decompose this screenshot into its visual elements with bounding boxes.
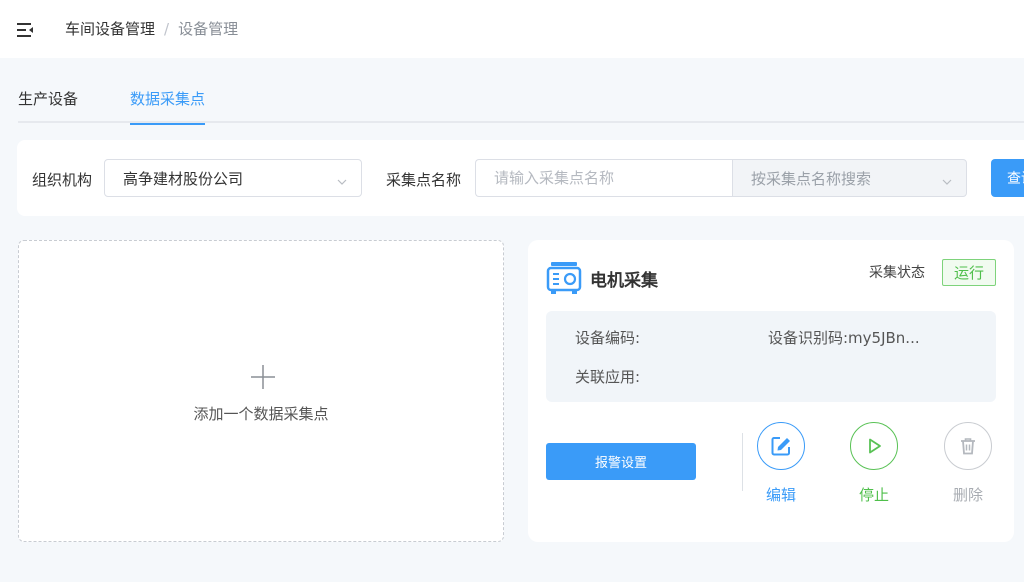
breadcrumb: 车间设备管理 / 设备管理 (65, 18, 238, 39)
status-label: 采集状态 (869, 265, 925, 281)
tab-production-equipment[interactable]: 生产设备 (18, 88, 78, 123)
device-title: 电机采集 (590, 271, 658, 291)
device-info-box: 设备编码: 设备识别码:my5JBn... 关联应用: (546, 311, 996, 402)
status-badge: 运行 (942, 259, 996, 286)
menu-fold-icon[interactable] (16, 21, 36, 39)
add-collection-point-label: 添加一个数据采集点 (193, 405, 329, 423)
org-select[interactable]: 高争建材股份公司 (104, 159, 362, 197)
collection-point-name-label: 采集点名称 (386, 171, 462, 189)
delete-button[interactable]: 删除 (942, 422, 994, 505)
collection-point-card: 电机采集 采集状态 运行 设备编码: 设备识别码:my5JBn... 关联应用:… (528, 240, 1014, 542)
tab-data-collection-points[interactable]: 数据采集点 (130, 88, 206, 125)
query-button[interactable]: 查询 (991, 159, 1024, 197)
chevron-down-icon (337, 173, 347, 185)
org-label: 组织机构 (32, 171, 93, 189)
collection-point-name-input[interactable] (475, 159, 733, 197)
search-mode-select[interactable]: 按采集点名称搜索 (732, 159, 967, 197)
add-collection-point-card[interactable]: 添加一个数据采集点 (18, 240, 504, 542)
breadcrumb-item-current: 设备管理 (178, 20, 239, 38)
linked-app-label: 关联应用: (575, 368, 641, 386)
device-identifier: 设备识别码:my5JBn... (768, 329, 920, 347)
org-select-value: 高争建材股份公司 (123, 169, 244, 188)
edit-icon (757, 422, 805, 470)
edit-button[interactable]: 编辑 (755, 422, 807, 505)
plus-icon (250, 364, 276, 390)
delete-label: 删除 (952, 486, 983, 504)
trash-icon (944, 422, 992, 470)
breadcrumb-separator: / (164, 19, 170, 38)
top-header: 车间设备管理 / 设备管理 (0, 0, 1024, 58)
alarm-settings-button[interactable]: 报警设置 (546, 443, 696, 480)
breadcrumb-item-workshop[interactable]: 车间设备管理 (65, 18, 155, 39)
search-mode-value: 按采集点名称搜索 (751, 169, 872, 188)
tab-bar: 生产设备 数据采集点 (18, 88, 1024, 125)
stop-button[interactable]: 停止 (848, 422, 900, 505)
chevron-down-icon (942, 173, 952, 185)
device-code-label: 设备编码: (575, 329, 641, 347)
generator-icon (546, 261, 582, 295)
edit-label: 编辑 (765, 486, 796, 504)
play-icon (850, 422, 898, 470)
filter-bar: 组织机构 高争建材股份公司 采集点名称 按采集点名称搜索 查询 (17, 140, 1024, 216)
divider (742, 433, 743, 491)
stop-label: 停止 (858, 486, 889, 504)
